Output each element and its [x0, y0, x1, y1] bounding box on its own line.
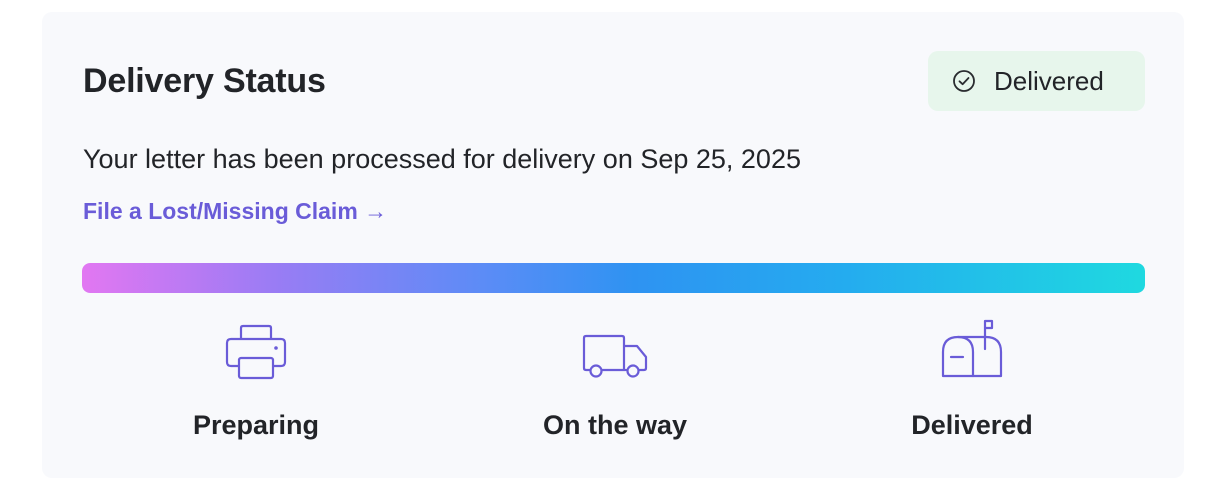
delivery-status-card: Delivery Status Delivered Your letter ha… [42, 12, 1184, 478]
step-on-the-way: On the way [495, 322, 735, 441]
status-badge-label: Delivered [994, 65, 1104, 96]
step-label: Preparing [192, 410, 320, 440]
step-label: On the way [542, 410, 688, 440]
page-title: Delivery Status [83, 62, 326, 100]
truck-icon [581, 333, 649, 386]
step-preparing: Preparing [136, 322, 376, 441]
printer-icon [224, 323, 288, 386]
check-circle-icon [952, 69, 976, 93]
step-label: Delivered [911, 410, 1033, 440]
file-claim-link[interactable]: File a Lost/Missing Claim → [83, 198, 387, 225]
delivery-message: Your letter has been processed for deliv… [83, 144, 801, 174]
step-delivered: Delivered [852, 319, 1092, 441]
progress-bar-fill [82, 263, 1145, 293]
mailbox-icon [940, 319, 1004, 386]
progress-bar [82, 263, 1145, 293]
status-badge: Delivered [928, 51, 1145, 111]
